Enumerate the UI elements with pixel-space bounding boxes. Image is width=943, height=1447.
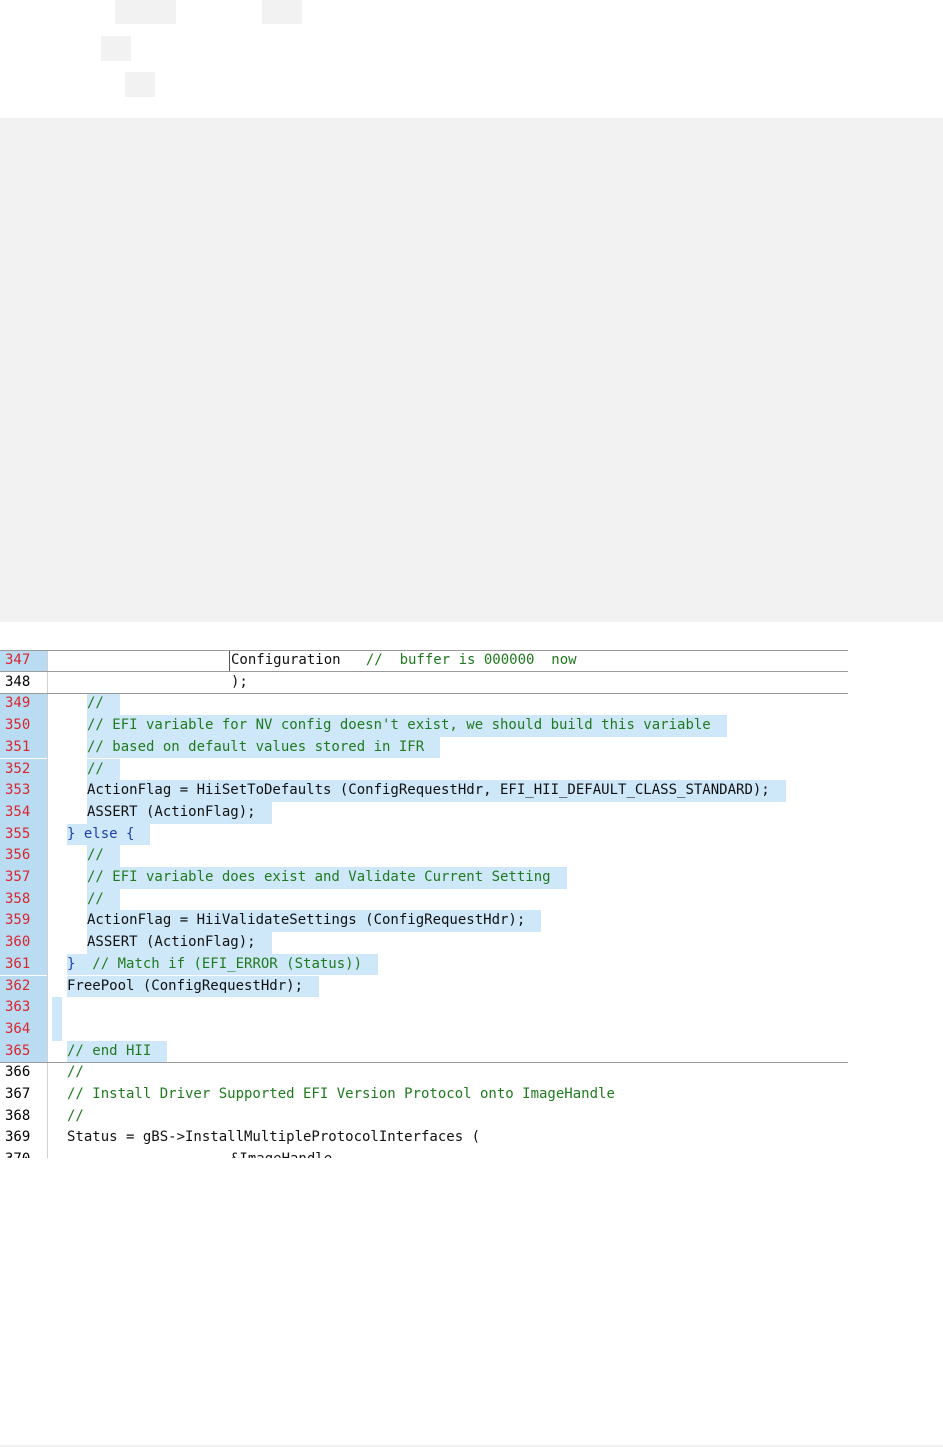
diff-boundary-line: [0, 1062, 848, 1064]
code-line[interactable]: 347 Configuration // buffer is 000000 now: [0, 650, 848, 672]
code-text: Status = gBS->InstallMultipleProtocolInt…: [67, 1129, 481, 1146]
code-line[interactable]: 362 FreePool (ConfigRequestHdr);: [0, 975, 848, 998]
line-number: 361: [0, 953, 47, 976]
code-line[interactable]: 359 ActionFlag = HiiValidateSettings (Con…: [0, 910, 848, 933]
line-number: 353: [0, 780, 47, 802]
code-line[interactable]: 353 ActionFlag = HiiSetToDefaults (Config…: [0, 780, 848, 802]
line-number: 360: [0, 932, 47, 954]
code-line[interactable]: 367 // Install Driver Supported EFI Versi…: [0, 1084, 848, 1106]
diff-boundary-line: [0, 670, 848, 672]
line-number: 352: [0, 758, 47, 781]
code-text: // EFI variable does exist and Validate …: [87, 867, 567, 889]
code-text: } // Match if (EFI_ERROR (Status)): [67, 953, 379, 976]
code-line[interactable]: 349 //: [0, 693, 848, 716]
code-line[interactable]: 356 //: [0, 845, 848, 867]
line-number: 347: [0, 650, 47, 672]
code-line[interactable]: 363: [0, 997, 848, 1019]
line-number: 365: [0, 1040, 47, 1063]
code-line[interactable]: 364: [0, 1018, 848, 1041]
code-line[interactable]: 368 //: [0, 1106, 848, 1128]
code-text: //: [87, 845, 120, 867]
line-number: 362: [0, 975, 47, 998]
line-number: 366: [5, 1064, 31, 1081]
code-editor[interactable]: 347 Configuration // buffer is 000000 now…: [0, 650, 848, 1158]
code-line[interactable]: 361 } // Match if (EFI_ERROR (Status)): [0, 953, 848, 976]
code-text: &ImageHandle,: [231, 1149, 341, 1158]
code-text: //: [87, 693, 120, 716]
code-text: } else {: [67, 823, 151, 846]
code-text: ActionFlag = HiiSetToDefaults (ConfigReq…: [87, 780, 786, 802]
code-line[interactable]: 369 Status = gBS->InstallMultipleProtocol…: [0, 1127, 848, 1149]
line-number: 350: [0, 715, 47, 737]
placeholder-block: [115, 0, 176, 24]
line-number: 348: [5, 673, 31, 690]
code-line[interactable]: 357 // EFI variable does exist and Valida…: [0, 867, 848, 889]
image-placeholder-area: [0, 118, 943, 622]
line-number: 354: [0, 801, 47, 824]
code-text: // end HII: [67, 1040, 168, 1063]
placeholder-block: [101, 36, 131, 61]
line-number: 357: [0, 867, 47, 889]
code-line[interactable]: 360 ASSERT (ActionFlag);: [0, 932, 848, 954]
code-line[interactable]: 365 // end HII: [0, 1040, 848, 1063]
code-text: // EFI variable for NV config doesn't ex…: [87, 715, 727, 737]
code-text: // based on default values stored in IFR: [87, 736, 441, 759]
placeholder-block: [262, 0, 302, 24]
code-text: // Install Driver Supported EFI Version …: [67, 1086, 615, 1102]
code-line[interactable]: 350 // EFI variable for NV config doesn't…: [0, 715, 848, 737]
code-text: //: [67, 1107, 84, 1124]
line-number: 359: [0, 910, 47, 933]
code-text: Configuration // buffer is 000000 now: [231, 652, 577, 668]
diff-boundary-line: [0, 650, 848, 651]
code-text: [52, 1018, 62, 1041]
code-text: [52, 997, 62, 1019]
line-number: 363: [0, 997, 47, 1019]
line-number: 349: [0, 693, 47, 716]
code-line[interactable]: 348);: [0, 672, 848, 694]
code-text: FreePool (ConfigRequestHdr);: [67, 975, 320, 998]
code-text: //: [67, 1064, 84, 1081]
diff-boundary-line: [0, 693, 848, 695]
code-text: //: [87, 758, 120, 781]
line-number: 351: [0, 736, 47, 759]
line-number: 356: [0, 845, 47, 867]
code-line[interactable]: 355 } else {: [0, 823, 848, 846]
code-line[interactable]: 358 //: [0, 888, 848, 911]
line-number: 367: [5, 1086, 31, 1102]
line-number: 358: [0, 888, 47, 911]
code-text: );: [231, 673, 248, 690]
code-line[interactable]: 352 //: [0, 758, 848, 781]
code-line[interactable]: 370&ImageHandle,: [0, 1149, 848, 1158]
code-text: ASSERT (ActionFlag);: [87, 932, 272, 954]
code-line[interactable]: 366 //: [0, 1062, 848, 1084]
code-text: ASSERT (ActionFlag);: [87, 801, 272, 824]
line-number: 370: [0, 1149, 47, 1158]
line-number: 368: [5, 1107, 31, 1124]
code-text: ActionFlag = HiiValidateSettings (Config…: [87, 910, 542, 933]
code-line[interactable]: 351 // based on default values stored in …: [0, 736, 848, 759]
placeholder-block: [125, 72, 155, 97]
line-number: 369: [5, 1129, 31, 1146]
code-text: //: [87, 888, 120, 911]
code-line[interactable]: 354 ASSERT (ActionFlag);: [0, 801, 848, 824]
text-cursor: [229, 651, 230, 671]
line-number: 355: [0, 823, 47, 846]
line-number: 364: [0, 1018, 47, 1041]
